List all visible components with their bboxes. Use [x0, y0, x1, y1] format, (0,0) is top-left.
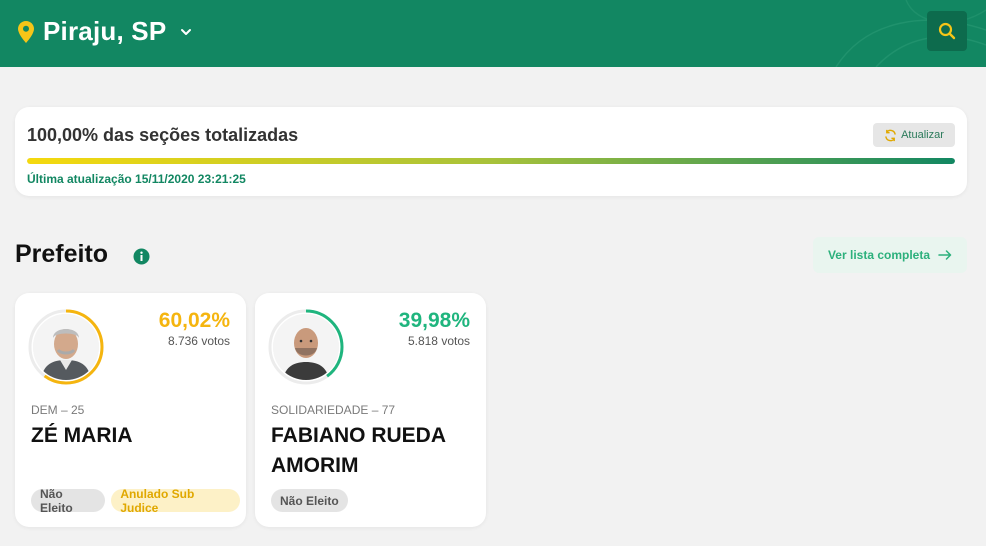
status-badge-sub-judice: Anulado Sub Judice	[111, 487, 240, 515]
totalization-card: 100,00% das seções totalizadas Atualizar…	[15, 107, 967, 196]
last-update-text: Última atualização 15/11/2020 23:21:25	[27, 172, 246, 186]
candidate-percent: 39,98%	[398, 309, 470, 332]
candidate-percent: 60,02%	[158, 309, 230, 332]
candidate-photo	[33, 314, 99, 380]
section-title: Prefeito	[15, 240, 109, 268]
candidate-card[interactable]: 39,98% 5.818 votos SOLIDARIEDADE – 77 FA…	[255, 293, 486, 527]
candidate-badges: Não Eleito Anulado Sub Judice	[31, 487, 246, 515]
totalization-title: 100,00% das seções totalizadas	[27, 125, 299, 145]
candidate-name: FABIANO RUEDA AMORIM	[271, 424, 446, 477]
city-name: Piraju, SP	[43, 16, 167, 46]
refresh-button[interactable]: Atualizar	[873, 123, 955, 147]
candidate-votes: 5.818 votos	[407, 334, 470, 348]
location-selector[interactable]: Piraju, SP	[18, 16, 192, 47]
location-pin-icon	[18, 20, 34, 43]
status-badge-not-elected: Não Eleito	[31, 487, 106, 515]
info-icon[interactable]	[133, 248, 150, 265]
candidate-badges: Não Eleito	[271, 489, 354, 512]
view-full-list-button[interactable]: Ver lista completa	[813, 237, 967, 273]
candidate-avatar	[267, 308, 345, 386]
arrow-right-icon	[938, 250, 952, 260]
candidate-votes: 8.736 votos	[167, 334, 230, 348]
view-full-list-label: Ver lista completa	[827, 248, 931, 262]
totalization-progress-fill	[27, 158, 955, 164]
refresh-label: Atualizar	[901, 129, 944, 141]
chevron-down-icon	[181, 28, 192, 35]
candidate-card[interactable]: 60,02% 8.736 votos DEM – 25 ZÉ MARIA Não…	[15, 293, 246, 527]
totalization-progress-bar	[27, 158, 955, 164]
refresh-icon	[885, 129, 896, 141]
candidate-avatar	[27, 308, 105, 386]
status-badge-not-elected: Não Eleito	[271, 489, 348, 512]
search-button[interactable]	[927, 11, 967, 51]
search-icon	[938, 22, 956, 40]
candidate-party: DEM – 25	[31, 403, 85, 417]
candidate-photo	[273, 314, 339, 380]
candidate-name: ZÉ MARIA	[31, 424, 133, 447]
app-header: Piraju, SP	[0, 0, 986, 67]
candidate-party: SOLIDARIEDADE – 77	[271, 403, 396, 417]
